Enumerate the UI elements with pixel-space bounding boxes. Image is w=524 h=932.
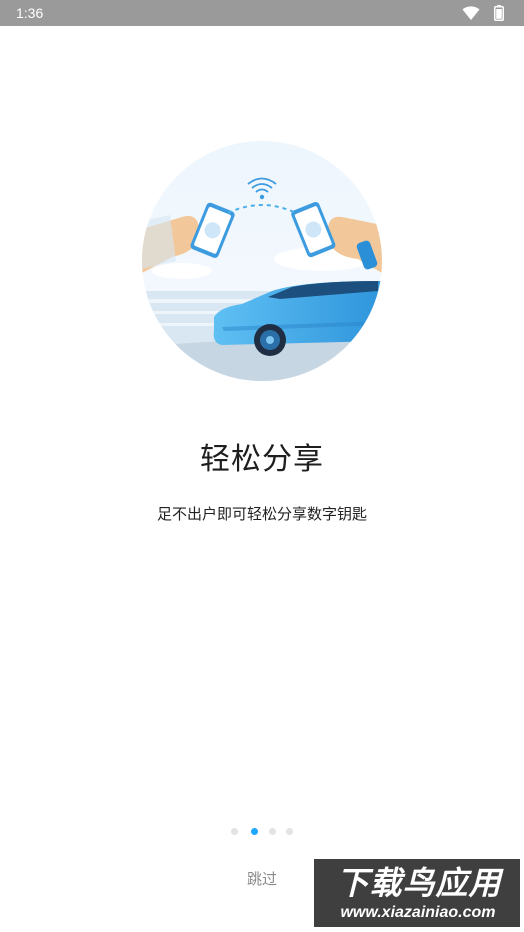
wifi-icon [462,5,480,25]
skip-button[interactable]: 跳过 [232,868,292,890]
page-dot-4[interactable] [286,828,293,835]
watermark: 下载鸟应用 www.xiazainiao.com [314,859,520,927]
status-time: 1:36 [16,5,44,21]
status-bar: 1:36 [0,0,524,26]
watermark-title: 下载鸟应用 [336,864,502,902]
battery-icon [494,5,504,25]
page-indicator [228,828,298,838]
page-dot-3[interactable] [269,828,276,835]
page-title: 轻松分享 [200,442,324,477]
phone-share-car-illustration [142,141,382,381]
page-dot-1[interactable] [231,828,238,835]
page-subtitle: 足不出户即可轻松分享数字钥匙 [156,505,367,523]
page-dot-2-active[interactable] [251,828,258,835]
watermark-url: www.xiazainiao.com [340,904,496,921]
